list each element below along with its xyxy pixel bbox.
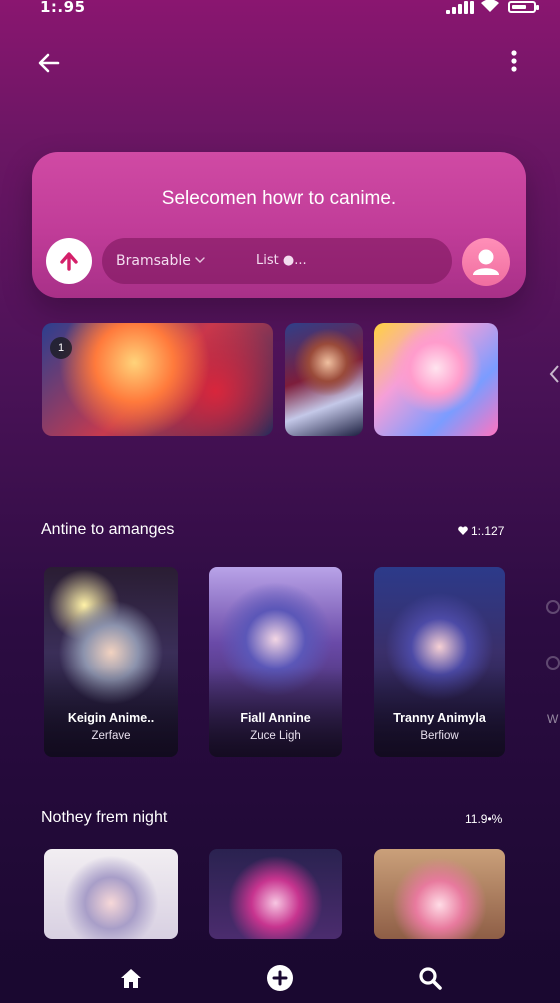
filter-dropdown[interactable]: Bramsable bbox=[116, 253, 191, 269]
anime-card[interactable] bbox=[209, 849, 342, 939]
featured-banner-1[interactable]: 1 bbox=[42, 323, 273, 436]
hero-title: Selecomen howr to canime. bbox=[161, 188, 397, 209]
partial-label: W bbox=[547, 712, 559, 726]
status-time: 1:.95 bbox=[40, 0, 86, 16]
filter-bar[interactable]: Bramsable List ●... bbox=[102, 238, 452, 284]
back-arrow-icon[interactable] bbox=[36, 50, 62, 76]
section-count: 1:.127 bbox=[458, 524, 504, 538]
card-subtitle: Zerfave bbox=[91, 730, 131, 742]
rank-badge: 1 bbox=[50, 337, 72, 359]
section-count: 11.9•% bbox=[465, 812, 503, 826]
wifi-icon bbox=[481, 0, 499, 12]
anime-card[interactable] bbox=[44, 849, 178, 939]
featured-banner-3[interactable] bbox=[374, 323, 498, 436]
card-subtitle: Zuce Ligh bbox=[250, 730, 301, 742]
status-bar: 1:.95 bbox=[0, 0, 560, 18]
anime-card[interactable]: Keigin Anime.. Zerfave bbox=[44, 567, 178, 757]
section-count-value: 1:.127 bbox=[471, 524, 505, 538]
partial-icon bbox=[546, 600, 560, 614]
arrow-up-icon bbox=[60, 252, 78, 271]
bottom-nav bbox=[0, 940, 560, 1003]
list-toggle[interactable]: List ●... bbox=[256, 253, 307, 268]
card-title: Keigin Anime.. bbox=[67, 711, 155, 725]
anime-card[interactable]: Fiall Annine Zuce Ligh bbox=[209, 567, 342, 757]
section-title: Antine to amanges bbox=[41, 521, 175, 538]
featured-banner-2[interactable] bbox=[285, 323, 363, 436]
add-icon[interactable] bbox=[266, 964, 294, 992]
home-icon[interactable] bbox=[117, 964, 145, 992]
section-title: Nothey frem night bbox=[41, 809, 168, 826]
anime-card[interactable] bbox=[374, 849, 505, 939]
card-subtitle: Berfiow bbox=[420, 730, 459, 742]
user-icon bbox=[473, 249, 499, 275]
partial-icon bbox=[546, 656, 560, 670]
battery-icon bbox=[508, 1, 539, 13]
search-icon[interactable] bbox=[416, 964, 444, 992]
heart-icon bbox=[458, 526, 468, 535]
hero-card: Selecomen howr to canime. Bramsable List… bbox=[32, 152, 526, 298]
card-title: Tranny Animyla bbox=[393, 711, 486, 725]
chevron-down-icon bbox=[195, 257, 205, 263]
anime-card[interactable]: Tranny Animyla Berfiow bbox=[374, 567, 505, 757]
profile-avatar[interactable] bbox=[462, 238, 510, 286]
chevron-left-icon[interactable] bbox=[548, 364, 560, 384]
upload-button[interactable] bbox=[46, 238, 92, 284]
signal-icon bbox=[446, 1, 474, 14]
card-title: Fiall Annine bbox=[240, 711, 311, 725]
more-options-icon[interactable] bbox=[504, 48, 524, 74]
